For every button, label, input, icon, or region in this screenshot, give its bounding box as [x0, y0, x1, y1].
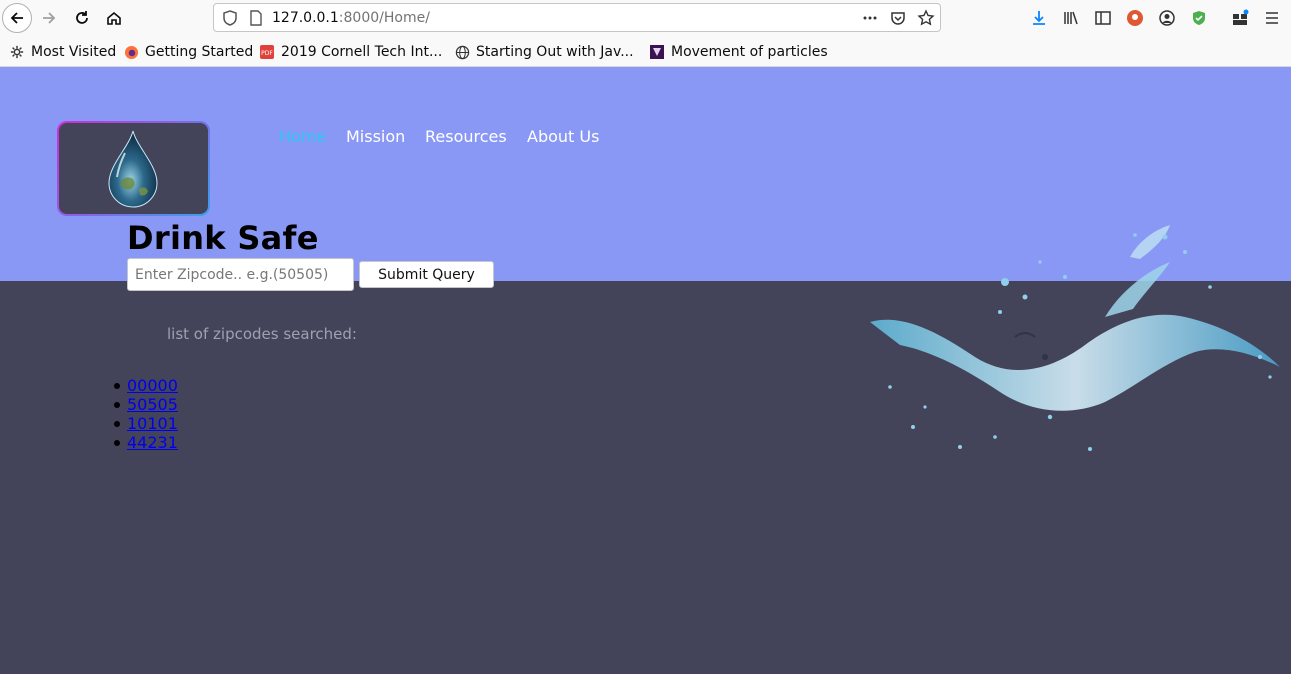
download-icon[interactable] [1029, 8, 1049, 28]
firefox-icon [123, 44, 139, 60]
zipcode-input[interactable] [127, 258, 354, 291]
reload-button[interactable] [67, 3, 97, 33]
nav-home-link[interactable]: Home [279, 127, 326, 146]
url-bar[interactable]: 127.0.0.1:8000/Home/ [213, 3, 941, 32]
page-content: Home Mission Resources About Us Drink Sa… [0, 67, 1291, 674]
back-arrow-icon [10, 12, 23, 24]
shield-check-icon[interactable] [1189, 8, 1209, 28]
zipcode-list-label: list of zipcodes searched: [167, 325, 357, 343]
account-icon[interactable] [1157, 8, 1177, 28]
zipcode-link[interactable]: 50505 [127, 395, 178, 414]
bookmark-movement-particles[interactable]: Movement of particles [649, 43, 828, 61]
nav-mission-link[interactable]: Mission [346, 127, 405, 146]
extensions-icon[interactable] [1230, 8, 1250, 28]
bookmark-cornell-tech[interactable]: PDF 2019 Cornell Tech Int... [259, 43, 442, 61]
bookmarks-bar: Most Visited Getting Started PDF 2019 Co… [0, 36, 1291, 67]
list-item: 00000 [114, 376, 178, 395]
site-logo [57, 121, 210, 216]
more-actions-icon[interactable] [860, 8, 880, 28]
list-item: 10101 [114, 414, 178, 433]
page-title: Drink Safe [127, 219, 319, 257]
pdf-icon: PDF [259, 44, 275, 60]
zipcode-link[interactable]: 10101 [127, 414, 178, 433]
submit-query-button[interactable]: Submit Query [359, 261, 494, 288]
back-button[interactable] [2, 3, 32, 33]
water-splash-image [870, 225, 1280, 451]
pocket-icon[interactable] [888, 8, 908, 28]
nav-about-us-link[interactable]: About Us [527, 127, 599, 146]
bookmark-getting-started[interactable]: Getting Started [123, 43, 253, 61]
url-text[interactable]: 127.0.0.1:8000/Home/ [272, 10, 430, 26]
library-icon[interactable] [1061, 8, 1081, 28]
zipcode-link[interactable]: 00000 [127, 376, 178, 395]
page-icon[interactable] [246, 8, 266, 28]
bookmark-icon [649, 44, 665, 60]
shield-icon[interactable] [220, 8, 240, 28]
zipcode-link[interactable]: 44231 [127, 433, 178, 452]
globe-icon [454, 44, 470, 60]
bookmark-starting-out-java[interactable]: Starting Out with Jav... [454, 43, 634, 61]
list-item: 50505 [114, 395, 178, 414]
forward-arrow-icon [43, 12, 56, 24]
home-icon [107, 11, 121, 25]
water-drop-globe-icon [108, 130, 158, 208]
duckduckgo-icon[interactable] [1125, 8, 1145, 28]
browser-toolbar: 127.0.0.1:8000/Home/ [0, 0, 1291, 36]
zipcode-list: 00000 50505 10101 44231 [114, 376, 178, 452]
list-item: 44231 [114, 433, 178, 452]
menu-icon[interactable] [1262, 8, 1282, 28]
star-icon[interactable] [916, 8, 936, 28]
forward-button[interactable] [34, 3, 64, 33]
home-button[interactable] [99, 3, 129, 33]
reload-icon [76, 11, 88, 24]
nav-resources-link[interactable]: Resources [425, 127, 507, 146]
svg-text:PDF: PDF [261, 50, 273, 57]
sidebar-icon[interactable] [1093, 8, 1113, 28]
bookmark-most-visited[interactable]: Most Visited [9, 43, 116, 61]
gear-icon [9, 44, 25, 60]
